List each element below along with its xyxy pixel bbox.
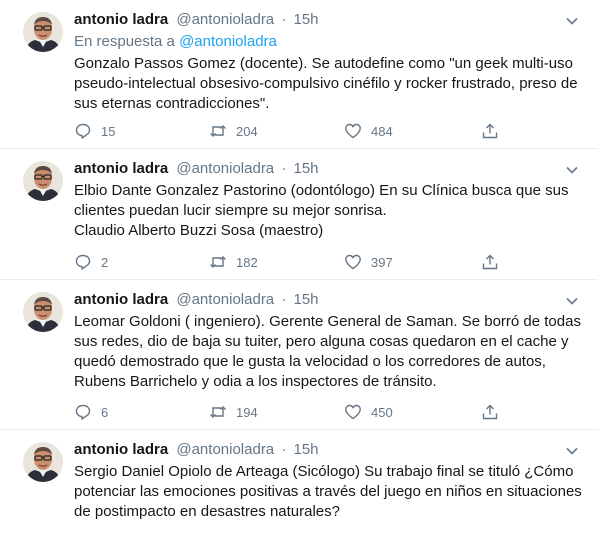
heart-icon bbox=[345, 404, 361, 420]
chevron-down-icon[interactable] bbox=[565, 444, 579, 458]
reply-count: 2 bbox=[101, 254, 109, 270]
user-name[interactable]: antonio ladra bbox=[74, 291, 168, 308]
heart-icon bbox=[345, 254, 361, 270]
chevron-down-icon[interactable] bbox=[565, 14, 579, 28]
separator: · bbox=[281, 291, 287, 308]
share-icon bbox=[482, 123, 498, 139]
user-handle[interactable]: @antonioladra bbox=[176, 160, 274, 177]
avatar[interactable] bbox=[23, 161, 63, 201]
retweet-icon bbox=[210, 125, 226, 137]
like-count: 450 bbox=[371, 404, 393, 420]
tweet-text: Sergio Daniel Opiolo de Arteaga (Sicólog… bbox=[74, 462, 584, 522]
share-icon bbox=[482, 404, 498, 420]
tweet-header: antonio ladra @antonioladra · 15h bbox=[74, 290, 584, 310]
retweet-count: 194 bbox=[236, 404, 258, 420]
reply-count: 15 bbox=[101, 123, 116, 139]
reply-context: En respuesta a @antonioladra bbox=[74, 32, 584, 52]
tweet-header: antonio ladra @antonioladra · 15h bbox=[74, 10, 584, 30]
separator: · bbox=[281, 11, 287, 28]
chevron-down-icon[interactable] bbox=[565, 294, 579, 308]
retweet-count: 182 bbox=[236, 254, 258, 270]
tweet-text-line: Sergio Daniel Opiolo de Arteaga (Sicólog… bbox=[74, 463, 582, 520]
tweet-text: Leomar Goldoni ( ingeniero). Gerente Gen… bbox=[74, 312, 584, 392]
tweet-text-line: Gonzalo Passos Gomez (docente). Se autod… bbox=[74, 55, 578, 112]
tweet[interactable]: antonio ladra @antonioladra · 15h En res… bbox=[0, 0, 598, 149]
retweet-button[interactable]: 182 bbox=[209, 253, 344, 271]
timestamp[interactable]: 15h bbox=[294, 160, 319, 177]
like-count: 484 bbox=[371, 123, 393, 139]
user-handle[interactable]: @antonioladra bbox=[176, 11, 274, 28]
retweet-button[interactable]: 194 bbox=[209, 403, 344, 421]
tweet-thread: antonio ladra @antonioladra · 15h En res… bbox=[0, 0, 598, 534]
tweet[interactable]: antonio ladra @antonioladra · 15h Sergio… bbox=[0, 430, 598, 534]
share-button[interactable] bbox=[481, 403, 508, 421]
timestamp[interactable]: 15h bbox=[294, 441, 319, 458]
tweet[interactable]: antonio ladra @antonioladra · 15h Elbio … bbox=[0, 149, 598, 280]
reply-button[interactable]: 2 bbox=[74, 253, 209, 271]
chevron-down-icon[interactable] bbox=[565, 163, 579, 177]
like-count: 397 bbox=[371, 254, 393, 270]
retweet-button[interactable]: 204 bbox=[209, 122, 344, 140]
share-button[interactable] bbox=[481, 253, 508, 271]
separator: · bbox=[281, 160, 287, 177]
separator: · bbox=[281, 441, 287, 458]
tweet-actions: 6 194 450 bbox=[74, 402, 584, 422]
avatar[interactable] bbox=[23, 442, 63, 482]
user-name[interactable]: antonio ladra bbox=[74, 160, 168, 177]
timestamp[interactable]: 15h bbox=[294, 291, 319, 308]
user-name[interactable]: antonio ladra bbox=[74, 11, 168, 28]
reply-button[interactable]: 15 bbox=[74, 122, 209, 140]
like-button[interactable]: 484 bbox=[344, 122, 479, 140]
user-handle[interactable]: @antonioladra bbox=[176, 441, 274, 458]
user-handle[interactable]: @antonioladra bbox=[176, 291, 274, 308]
reply-icon bbox=[75, 254, 91, 270]
reply-icon bbox=[75, 123, 91, 139]
tweet-text: Gonzalo Passos Gomez (docente). Se autod… bbox=[74, 54, 584, 114]
timestamp[interactable]: 15h bbox=[294, 11, 319, 28]
user-name[interactable]: antonio ladra bbox=[74, 441, 168, 458]
tweet-actions: 15 204 484 bbox=[74, 121, 584, 141]
retweet-count: 204 bbox=[236, 123, 258, 139]
heart-icon bbox=[345, 123, 361, 139]
reply-button[interactable]: 6 bbox=[74, 403, 209, 421]
reply-icon bbox=[75, 404, 91, 420]
tweet-text: Elbio Dante Gonzalez Pastorino (odontólo… bbox=[74, 181, 584, 241]
tweet-header: antonio ladra @antonioladra · 15h bbox=[74, 159, 584, 179]
tweet-header: antonio ladra @antonioladra · 15h bbox=[74, 440, 584, 460]
tweet-text-line: Leomar Goldoni ( ingeniero). Gerente Gen… bbox=[74, 313, 581, 390]
tweet-text-line: Claudio Alberto Buzzi Sosa (maestro) bbox=[74, 222, 324, 239]
like-button[interactable]: 397 bbox=[344, 253, 479, 271]
tweet-actions: 2 182 397 bbox=[74, 252, 584, 272]
tweet[interactable]: antonio ladra @antonioladra · 15h Leomar… bbox=[0, 280, 598, 430]
share-icon bbox=[482, 254, 498, 270]
tweet-text-line: Elbio Dante Gonzalez Pastorino (odontólo… bbox=[74, 182, 569, 219]
reply-handle-link[interactable]: @antonioladra bbox=[179, 33, 277, 50]
retweet-icon bbox=[210, 406, 226, 418]
like-button[interactable]: 450 bbox=[344, 403, 479, 421]
avatar[interactable] bbox=[23, 12, 63, 52]
reply-prefix: En respuesta a bbox=[74, 33, 175, 50]
reply-count: 6 bbox=[101, 404, 109, 420]
avatar[interactable] bbox=[23, 292, 63, 332]
retweet-icon bbox=[210, 256, 226, 268]
share-button[interactable] bbox=[481, 122, 508, 140]
